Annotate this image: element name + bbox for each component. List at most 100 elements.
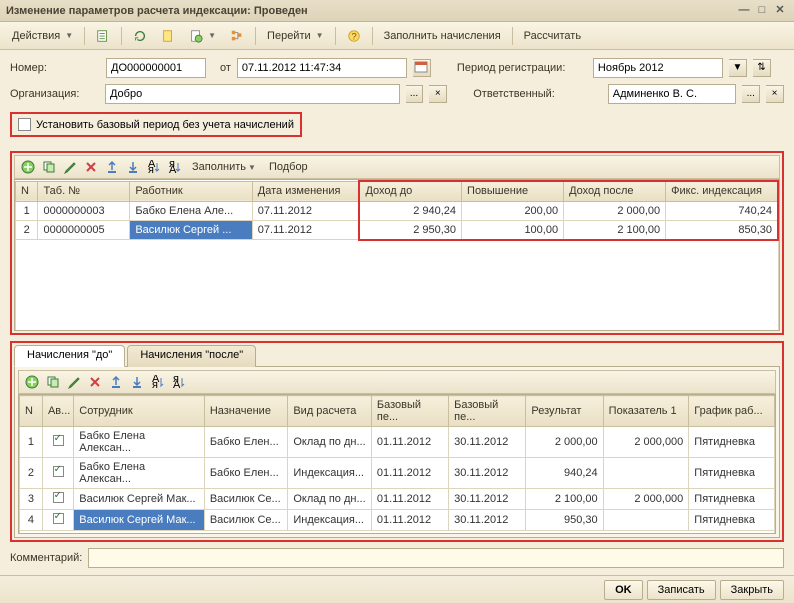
form-area: Номер: ДО000000001 от 07.11.2012 11:47:3… <box>0 50 794 151</box>
calendar-icon[interactable] <box>413 59 431 77</box>
org-clear-icon[interactable]: × <box>429 85 447 103</box>
post-icon[interactable] <box>90 27 116 45</box>
download-icon[interactable] <box>128 373 146 391</box>
table-row[interactable]: 3Василюк Сергей Мак...Василюк Се...Оклад… <box>20 489 775 510</box>
table-row[interactable]: 10000000003Бабко Елена Але...07.11.20122… <box>16 201 779 220</box>
number-label: Номер: <box>10 62 100 74</box>
edit-row-icon[interactable] <box>61 158 79 176</box>
org-label: Организация: <box>10 88 99 100</box>
col-result[interactable]: Результат <box>526 396 603 427</box>
col-worker[interactable]: Работник <box>130 181 252 201</box>
col-from[interactable]: Базовый пе... <box>371 396 448 427</box>
fill-menu[interactable]: Заполнить▼ <box>187 159 261 175</box>
fill-accruals-button[interactable]: Заполнить начисления <box>378 28 507 44</box>
col-n[interactable]: N <box>16 181 38 201</box>
download-icon[interactable] <box>124 158 142 176</box>
col-ind1[interactable]: Показатель 1 <box>603 396 689 427</box>
workers-grid-wrap: Aя яA Заполнить▼ Подбор N Таб. № Работни… <box>10 151 784 335</box>
col-tab[interactable]: Таб. № <box>38 181 130 201</box>
close-button[interactable]: ✕ <box>772 4 788 18</box>
add-row-icon[interactable] <box>19 158 37 176</box>
copy-row-icon[interactable] <box>44 373 62 391</box>
org-select-icon[interactable]: ... <box>406 85 424 103</box>
add-row-icon[interactable] <box>23 373 41 391</box>
accruals-section: Начисления "до" Начисления "после" Aя яA… <box>10 341 784 542</box>
period-spinner-icon[interactable]: ⇅ <box>753 59 771 77</box>
window-title: Изменение параметров расчета индексации:… <box>6 5 734 17</box>
edit-row-icon[interactable] <box>65 373 83 391</box>
resp-select-icon[interactable]: ... <box>742 85 760 103</box>
goto-menu[interactable]: Перейти▼ <box>261 28 330 44</box>
comment-row: Комментарий: <box>10 548 784 568</box>
resp-field[interactable]: Админенко В. С. <box>608 84 737 104</box>
tab-after[interactable]: Начисления "после" <box>127 345 256 367</box>
base-period-label: Установить базовый период без учета начи… <box>36 119 294 131</box>
base-period-checkbox-row[interactable]: Установить базовый период без учета начи… <box>10 112 302 137</box>
base-period-checkbox[interactable] <box>18 118 31 131</box>
tab-before[interactable]: Начисления "до" <box>14 345 125 367</box>
tree-icon[interactable] <box>224 27 250 45</box>
accruals-grid[interactable]: N Ав... Сотрудник Назначение Вид расчета… <box>18 394 776 534</box>
number-field[interactable]: ДО000000001 <box>106 58 206 78</box>
col-n2[interactable]: N <box>20 396 43 427</box>
table-row[interactable]: 20000000005Василюк Сергей ...07.11.20122… <box>16 220 779 240</box>
col-fixed[interactable]: Фикс. индексация <box>666 181 778 201</box>
select-button[interactable]: Подбор <box>264 159 313 175</box>
minimize-button[interactable]: — <box>736 4 752 18</box>
ok-button[interactable]: OK <box>604 580 643 600</box>
doc-action-icon[interactable]: ▼ <box>183 27 222 45</box>
svg-text:A: A <box>173 379 181 389</box>
col-schedule[interactable]: График раб... <box>689 396 775 427</box>
delete-row-icon[interactable] <box>86 373 104 391</box>
col-to[interactable]: Базовый пе... <box>449 396 526 427</box>
refresh-icon[interactable] <box>127 27 153 45</box>
table-row[interactable]: 4Василюк Сергей Мак...Василюк Се...Индек… <box>20 510 775 531</box>
tabs: Начисления "до" Начисления "после" <box>14 345 780 367</box>
copy-row-icon[interactable] <box>40 158 58 176</box>
comment-field[interactable] <box>88 548 784 568</box>
table-row[interactable]: 2Бабко Елена Алексан...Бабко Елен...Инде… <box>20 458 775 489</box>
sort-asc-icon[interactable]: Aя <box>145 158 163 176</box>
upload-icon[interactable] <box>103 158 121 176</box>
sort-desc-icon[interactable]: яA <box>170 373 188 391</box>
comment-label: Комментарий: <box>10 552 82 564</box>
accruals-toolbar: Aя яA <box>18 370 776 394</box>
auto-checkbox[interactable] <box>53 466 64 477</box>
table-row[interactable]: 1Бабко Елена Алексан...Бабко Елен...Окла… <box>20 427 775 458</box>
svg-text:?: ? <box>351 31 356 42</box>
upload-icon[interactable] <box>107 373 125 391</box>
svg-text:я: я <box>148 164 154 174</box>
actions-menu[interactable]: Действия▼ <box>6 28 79 44</box>
resp-label: Ответственный: <box>473 88 602 100</box>
doc-yellow-icon[interactable] <box>155 27 181 45</box>
date-field[interactable]: 07.11.2012 11:47:34 <box>237 58 407 78</box>
help-icon[interactable]: ? <box>341 27 367 45</box>
svg-text:A: A <box>169 164 177 174</box>
col-income-after[interactable]: Доход после <box>564 181 666 201</box>
col-income-before[interactable]: Доход до <box>359 181 461 201</box>
workers-toolbar: Aя яA Заполнить▼ Подбор <box>14 155 780 179</box>
resp-clear-icon[interactable]: × <box>766 85 784 103</box>
close-form-button[interactable]: Закрыть <box>720 580 784 600</box>
save-button[interactable]: Записать <box>647 580 716 600</box>
calculate-button[interactable]: Рассчитать <box>518 28 587 44</box>
auto-checkbox[interactable] <box>53 492 64 503</box>
auto-checkbox[interactable] <box>53 513 64 524</box>
period-dropdown-icon[interactable]: ▼ <box>729 59 747 77</box>
col-assign[interactable]: Назначение <box>204 396 288 427</box>
org-field[interactable]: Добро <box>105 84 400 104</box>
workers-grid[interactable]: N Таб. № Работник Дата изменения Доход д… <box>14 179 780 331</box>
titlebar: Изменение параметров расчета индексации:… <box>0 0 794 22</box>
delete-row-icon[interactable] <box>82 158 100 176</box>
from-label: от <box>220 62 231 74</box>
col-emp[interactable]: Сотрудник <box>74 396 205 427</box>
col-date[interactable]: Дата изменения <box>252 181 359 201</box>
sort-desc-icon[interactable]: яA <box>166 158 184 176</box>
auto-checkbox[interactable] <box>53 435 64 446</box>
sort-asc-icon[interactable]: Aя <box>149 373 167 391</box>
col-increase[interactable]: Повышение <box>462 181 564 201</box>
period-field[interactable]: Ноябрь 2012 <box>593 58 723 78</box>
col-av[interactable]: Ав... <box>42 396 73 427</box>
col-calc[interactable]: Вид расчета <box>288 396 372 427</box>
maximize-button[interactable]: □ <box>754 4 770 18</box>
